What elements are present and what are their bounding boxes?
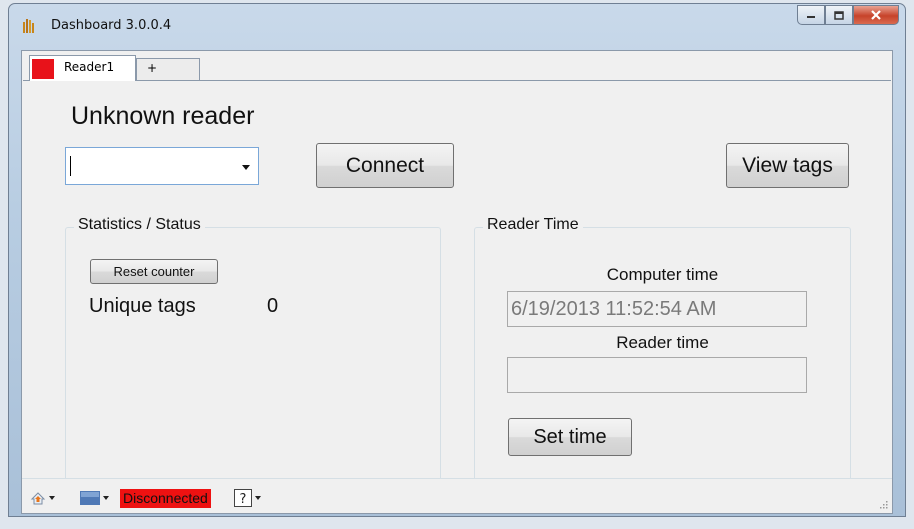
minimize-icon [807,16,815,18]
set-time-button[interactable]: Set time [508,418,632,456]
svg-text:?: ? [240,492,247,507]
connect-dropdown[interactable] [30,489,55,507]
statistics-legend: Statistics / Status [74,216,205,234]
window-title: Dashboard 3.0.0.4 [51,18,172,33]
reader-color-swatch [32,59,54,79]
title-bar[interactable]: Dashboard 3.0.0.4 [9,4,905,46]
minimize-button[interactable] [797,5,825,25]
reader-time-label: Reader time [616,333,709,352]
app-icon [23,19,34,33]
reset-counter-button[interactable]: Reset counter [90,259,218,284]
help-icon: ? [234,489,252,507]
chevron-down-icon [103,496,109,500]
device-icon [80,491,100,505]
close-icon [871,10,881,20]
tab-page: Unknown reader Connect View tags Statist… [23,80,891,487]
reader-combo[interactable] [65,147,259,185]
text-caret [70,156,71,176]
app-window: Dashboard 3.0.0.4 Reader1 + Unknown read… [8,3,906,517]
computer-time-label: Computer time [606,265,719,284]
chevron-down-icon[interactable] [242,165,250,170]
tab-add-label: + [147,61,158,75]
maximize-icon [834,10,844,20]
maximize-button[interactable] [825,5,853,25]
chevron-down-icon [255,496,261,500]
tab-label: Reader1 [64,60,115,74]
tab-strip: Reader1 + [22,51,892,81]
chevron-down-icon [49,496,55,500]
help-dropdown[interactable]: ? [234,489,261,507]
connect-icon [30,492,46,505]
connect-button[interactable]: Connect [316,143,454,188]
computer-time-field: 6/19/2013 11:52:54 AM [507,291,807,327]
close-button[interactable] [853,5,899,25]
tab-reader1[interactable]: Reader1 [29,55,136,81]
device-dropdown[interactable] [80,489,109,507]
reader-time-group: Reader Time Computer time 6/19/2013 11:5… [474,216,851,487]
reader-time-field[interactable] [507,357,807,393]
unique-tags-value: 0 [267,295,279,317]
statistics-group: Statistics / Status Reset counter Unique… [65,216,441,487]
reader-time-legend: Reader Time [483,216,583,234]
reader-title: Unknown reader [71,102,255,130]
unique-tags-label: Unique tags [89,295,196,317]
view-tags-button[interactable]: View tags [726,143,849,188]
resize-grip-icon[interactable] [878,499,888,509]
status-badge: Disconnected [120,489,211,508]
client-area: Reader1 + Unknown reader Connect View ta… [21,50,893,514]
tab-add[interactable]: + [136,58,200,81]
status-bar: Disconnected ? [22,478,892,513]
